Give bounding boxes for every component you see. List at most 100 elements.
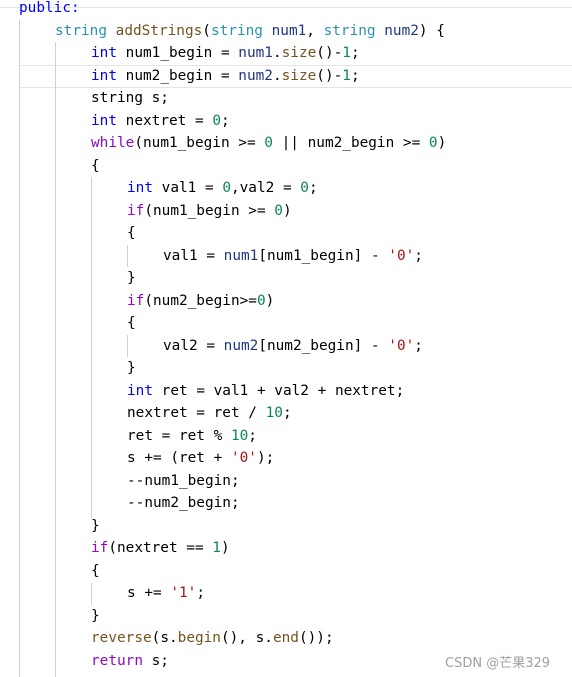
token-fn: end (272, 630, 299, 646)
code-line[interactable]: s += '1'; (127, 582, 205, 605)
token-plain: s += (ret + (127, 450, 231, 466)
token-plain: ) (437, 135, 447, 151)
code-line[interactable]: } (127, 357, 136, 380)
code-line[interactable]: reverse(s.begin(), s.end()); (91, 627, 334, 650)
code-line[interactable]: nextret = ret / 10; (127, 402, 292, 425)
code-line[interactable]: int num2_begin = num2.size()-1; (91, 65, 360, 88)
watermark: CSDN @芒果329 (445, 656, 551, 671)
code-line[interactable]: string s; (91, 87, 169, 110)
token-plain: --num2_begin; (127, 495, 240, 511)
token-str: '0' (388, 247, 415, 264)
token-plain: ( (202, 22, 211, 39)
token-plain: ret = ret % (127, 427, 231, 444)
token-plain: [num1_begin] - (258, 247, 389, 264)
token-plain: (num1_begin >= (134, 135, 265, 151)
indent-guide (127, 245, 128, 267)
code-line[interactable]: int val1 = 0,val2 = 0; (127, 177, 318, 200)
token-plain: num1_begin = (117, 45, 239, 61)
token-fn: addStrings (115, 22, 203, 39)
token-num: 1 (342, 45, 351, 61)
token-plain: num2_begin = (117, 67, 239, 84)
token-plain: , (306, 22, 324, 39)
token-param: num2 (238, 67, 273, 84)
token-plain: string (91, 90, 143, 106)
token-num: 10 (230, 427, 249, 444)
token-plain: ; (350, 45, 360, 61)
code-line[interactable]: int num1_begin = num1.size()-1; (91, 42, 360, 65)
token-plain: (num2_begin>= (144, 292, 257, 309)
token-plain: ; (308, 180, 318, 196)
token-plain: val1 = (153, 180, 223, 196)
token-ctl: if (91, 540, 109, 556)
token-plain: ) (282, 202, 292, 219)
token-plain: s; (142, 652, 169, 669)
divider (0, 7, 572, 8)
token-plain: ; (220, 112, 230, 129)
token-plain: { (127, 225, 136, 241)
code-line[interactable]: } (91, 515, 100, 538)
token-plain: } (127, 360, 136, 376)
code-line[interactable]: if(num1_begin >= 0) (127, 200, 292, 223)
token-plain: { (91, 562, 100, 579)
token-kw: int (91, 45, 117, 61)
token-str: '0' (388, 337, 415, 354)
code-line[interactable]: --num2_begin; (127, 492, 240, 515)
token-plain: (s. (151, 630, 178, 646)
indent-guide (19, 20, 20, 677)
token-plain: val1 = (163, 247, 224, 264)
token-plain: ret = val1 + val2 + nextret; (153, 382, 405, 399)
code-line[interactable]: { (91, 155, 100, 178)
code-line[interactable]: --num1_begin; (127, 470, 240, 493)
token-fn: begin (177, 630, 221, 646)
token-fn: size (281, 67, 317, 84)
token-plain: val2 = (163, 337, 224, 354)
token-fn: reverse (91, 630, 152, 646)
token-param: num1 (271, 22, 307, 39)
token-plain: ; (282, 405, 292, 421)
code-line[interactable]: while(num1_begin >= 0 || num2_begin >= 0… (91, 132, 446, 155)
token-plain: ) { (418, 22, 445, 39)
code-line[interactable]: val2 = num2[num2_begin] - '0'; (163, 335, 423, 358)
code-line[interactable]: } (91, 605, 100, 628)
code-line[interactable]: } (127, 267, 136, 290)
code-line[interactable]: { (127, 312, 136, 335)
token-type: string (323, 22, 376, 39)
token-plain: ) (265, 292, 275, 309)
token-plain: (num1_begin >= (144, 202, 275, 219)
token-num: 0 (274, 202, 283, 219)
token-plain: --num1_begin; (127, 472, 240, 489)
code-line[interactable]: { (91, 560, 100, 583)
token-plain: nextret = ret / (127, 405, 266, 421)
token-num: 1 (342, 67, 351, 84)
token-param: num2 (384, 22, 419, 39)
code-line[interactable]: int ret = val1 + val2 + nextret; (127, 380, 404, 403)
code-line[interactable]: { (127, 222, 136, 245)
code-line[interactable]: string addStrings(string num1, string nu… (55, 20, 445, 43)
token-num: 1 (212, 540, 221, 556)
token-type: string (55, 22, 107, 39)
code-line[interactable]: return s; (91, 650, 169, 673)
token-plain: ) (220, 540, 230, 556)
token-kw: int (127, 180, 153, 196)
token-num: 0 (256, 292, 266, 309)
token-ctl: if (127, 202, 145, 219)
token-plain: nextret = (117, 112, 213, 129)
code-line[interactable]: val1 = num1[num1_begin] - '0'; (163, 245, 423, 268)
code-line[interactable]: public: (19, 0, 80, 20)
token-plain: . (272, 67, 282, 84)
token-str: '1' (170, 585, 197, 601)
token-plain: ()); (298, 630, 334, 646)
indent-guide (91, 177, 92, 518)
token-fn: size (281, 45, 317, 61)
token-num: 0 (300, 180, 309, 196)
code-editor[interactable]: public: string addStrings( string num1, st… (0, 0, 572, 677)
code-line[interactable]: if(num2_begin>=0) (127, 290, 274, 313)
code-line[interactable]: if(nextret == 1) (91, 537, 230, 560)
code-line[interactable]: ret = ret % 10; (127, 425, 257, 448)
code-line[interactable]: int nextret = 0; (91, 110, 230, 133)
token-num: 0 (264, 135, 273, 151)
token-plain: ); (256, 450, 275, 466)
code-line[interactable]: s += (ret + '0'); (127, 447, 274, 470)
